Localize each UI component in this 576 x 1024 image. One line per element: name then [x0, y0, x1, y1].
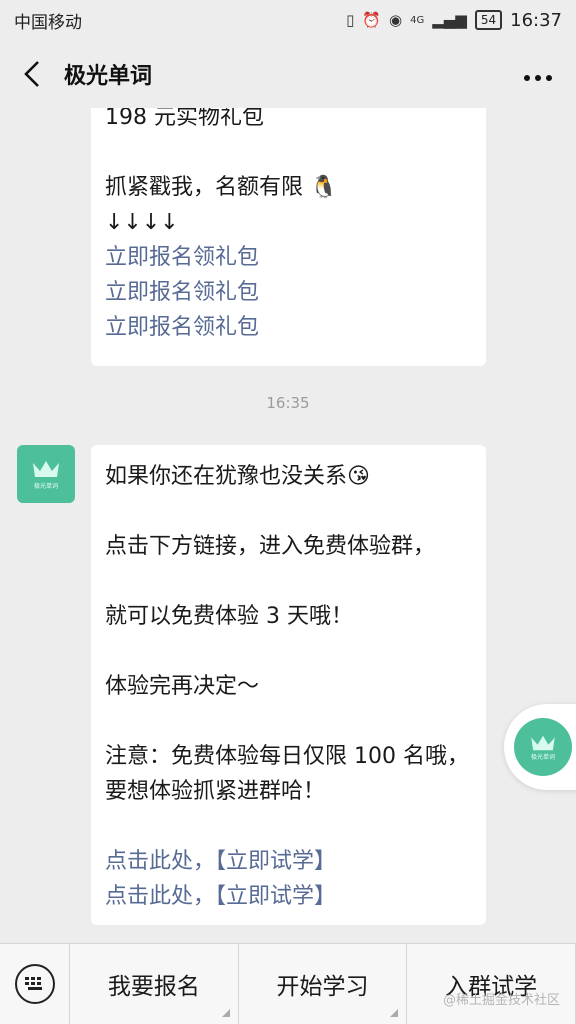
- avatar[interactable]: 极光单词: [17, 445, 75, 503]
- message-text: 198 元实物礼包: [105, 108, 264, 130]
- chat-area[interactable]: 198 元实物礼包 抓紧戳我，名额有限 🐧 ↓↓↓↓ 立即报名领礼包 立即报名领…: [0, 108, 576, 943]
- message-text: 就可以免费体验 3 天哦！: [105, 604, 353, 629]
- signup-link[interactable]: 立即报名领礼包: [105, 310, 472, 345]
- signup-link[interactable]: 立即报名领礼包: [105, 275, 472, 310]
- submenu-indicator-icon: [390, 1008, 399, 1017]
- battery-icon: 54: [474, 10, 503, 30]
- clock-time: 16:37: [510, 9, 562, 31]
- message-bubble: 198 元实物礼包 抓紧戳我，名额有限 🐧 ↓↓↓↓ 立即报名领礼包 立即报名领…: [91, 108, 486, 366]
- crown-logo-icon: [33, 460, 59, 477]
- status-icons: ▯ ⏰ ◉ 4G ▂▄▆ 54 16:37: [346, 10, 562, 31]
- menu-label: 开始学习: [276, 974, 369, 1000]
- vibrate-icon: ▯: [346, 11, 355, 29]
- floating-mini-program-button[interactable]: 极光单词: [504, 704, 576, 790]
- eye-icon: ◉: [389, 11, 403, 29]
- trial-link[interactable]: 点击此处，【立即试学】: [105, 844, 472, 879]
- message-text: 体验完再决定～: [105, 674, 260, 699]
- more-button[interactable]: [518, 59, 558, 89]
- trial-link[interactable]: 点击此处，【立即试学】: [105, 879, 472, 914]
- chevron-left-icon: [24, 61, 39, 87]
- keyboard-toggle-button[interactable]: [0, 943, 70, 1024]
- menu-join-group[interactable]: 入群试学: [407, 943, 576, 1024]
- float-logo: 极光单词: [514, 718, 572, 776]
- submenu-indicator-icon: [221, 1008, 230, 1017]
- alarm-icon: ⏰: [362, 11, 382, 29]
- crown-logo-icon: [531, 735, 555, 750]
- message-text: 注意：免费体验每日仅限 100 名哦，: [105, 744, 469, 769]
- message-text: 抓紧戳我，名额有限 🐧: [105, 175, 338, 200]
- avatar-label: 极光单词: [33, 482, 58, 490]
- chat-header: 极光单词: [0, 40, 576, 108]
- bottom-menu: 我要报名 开始学习 入群试学 @稀土掘金技术社区: [0, 943, 576, 1024]
- message-timestamp: 16:35: [266, 394, 310, 412]
- menu-start-learning[interactable]: 开始学习: [239, 943, 408, 1024]
- signal-icon: ▂▄▆: [432, 11, 467, 29]
- network-label: 4G: [410, 14, 425, 26]
- message-text: 如果你还在犹豫也没关系😘: [105, 464, 370, 489]
- message-text: 点击下方链接，进入免费体验群，: [105, 534, 436, 559]
- keyboard-icon: [14, 964, 55, 1004]
- message-bubble: 如果你还在犹豫也没关系😘 点击下方链接，进入免费体验群， 就可以免费体验 3 天…: [91, 445, 486, 925]
- signup-link[interactable]: 立即报名领礼包: [105, 240, 472, 275]
- watermark: @稀土掘金技术社区: [442, 993, 560, 1008]
- menu-signup[interactable]: 我要报名: [70, 943, 239, 1024]
- status-bar: 中国移动 ▯ ⏰ ◉ 4G ▂▄▆ 54 16:37: [0, 0, 576, 40]
- page-title: 极光单词: [64, 64, 153, 89]
- carrier-name: 中国移动: [14, 12, 82, 33]
- float-label: 极光单词: [530, 753, 555, 761]
- more-dots-icon: [524, 75, 552, 81]
- menu-label: 我要报名: [107, 974, 200, 1000]
- message-text: 要想体验抓紧进群哈！: [105, 779, 326, 804]
- back-button[interactable]: [18, 54, 46, 94]
- arrow-text: ↓↓↓↓: [105, 210, 179, 235]
